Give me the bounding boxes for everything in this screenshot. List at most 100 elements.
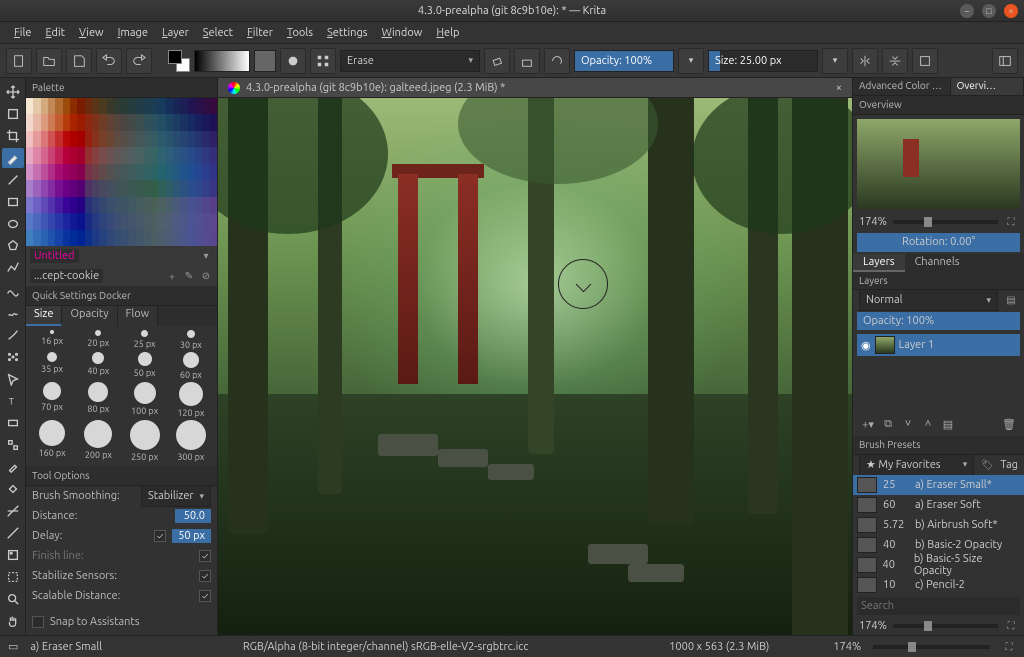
- palette-swatch[interactable]: [55, 131, 62, 147]
- palette-swatch[interactable]: [70, 213, 77, 229]
- palette-swatch[interactable]: [70, 197, 77, 213]
- palette-swatch[interactable]: [77, 114, 84, 130]
- layer-item[interactable]: ◉ Layer 1: [857, 334, 1020, 356]
- palette-swatch[interactable]: [158, 197, 165, 213]
- layer-properties-icon[interactable]: ▤: [939, 416, 957, 432]
- pattern-selector[interactable]: [254, 50, 276, 72]
- palette-swatch[interactable]: [195, 164, 202, 180]
- brush-size-preset[interactable]: 40 px: [76, 352, 120, 380]
- palette-swatch[interactable]: [114, 180, 121, 196]
- add-layer-icon[interactable]: +▾: [859, 416, 877, 432]
- brush-size-preset[interactable]: 60 px: [169, 352, 213, 380]
- palette-swatch[interactable]: [107, 114, 114, 130]
- blend-mode-combo[interactable]: Erase: [340, 50, 480, 72]
- stabilize-checkbox[interactable]: [199, 570, 211, 582]
- overview-zoom-slider[interactable]: [893, 220, 998, 224]
- palette-swatch[interactable]: [180, 180, 187, 196]
- edit-shapes-tool[interactable]: [2, 369, 24, 389]
- palette-swatch[interactable]: [188, 98, 195, 114]
- palette-menu-icon[interactable]: ▾: [199, 249, 213, 263]
- quick-tab-opacity[interactable]: Opacity: [62, 306, 117, 326]
- palette-swatch[interactable]: [41, 131, 48, 147]
- palette-swatch[interactable]: [144, 213, 151, 229]
- palette-swatch[interactable]: [136, 164, 143, 180]
- palette-swatch[interactable]: [151, 147, 158, 163]
- palette-swatch[interactable]: [136, 230, 143, 246]
- palette-swatch[interactable]: [77, 180, 84, 196]
- palette-swatch[interactable]: [129, 147, 136, 163]
- palette-swatch[interactable]: [70, 98, 77, 114]
- blend-mode-layer-combo[interactable]: Normal: [859, 289, 998, 311]
- palette-swatch[interactable]: [41, 147, 48, 163]
- palette-swatch[interactable]: [188, 131, 195, 147]
- alpha-lock-toggle[interactable]: [514, 48, 540, 74]
- palette-swatch[interactable]: [41, 230, 48, 246]
- reload-brush-button[interactable]: [544, 48, 570, 74]
- open-file-button[interactable]: [36, 48, 62, 74]
- palette-swatch[interactable]: [210, 98, 217, 114]
- palette-swatch[interactable]: [129, 114, 136, 130]
- tab-layers[interactable]: Layers: [853, 254, 905, 272]
- palette-swatch[interactable]: [195, 197, 202, 213]
- palette-swatch[interactable]: [70, 164, 77, 180]
- smoothing-combo[interactable]: Stabilizer: [141, 485, 211, 507]
- palette-swatch[interactable]: [136, 131, 143, 147]
- brush-preset-item[interactable]: 40b) Basic-5 Size Opacity: [853, 555, 1024, 575]
- palette-swatch[interactable]: [195, 180, 202, 196]
- palette-swatch[interactable]: [166, 131, 173, 147]
- menu-help[interactable]: Help: [430, 25, 465, 41]
- palette-swatch[interactable]: [173, 180, 180, 196]
- palette-swatch[interactable]: [114, 213, 121, 229]
- polygon-tool[interactable]: [2, 236, 24, 256]
- scalable-checkbox[interactable]: [199, 590, 211, 602]
- palette-swatch[interactable]: [77, 164, 84, 180]
- eraser-toggle[interactable]: [484, 48, 510, 74]
- snap-checkbox[interactable]: [32, 616, 44, 628]
- palette-swatch[interactable]: [55, 98, 62, 114]
- palette-swatch[interactable]: [63, 213, 70, 229]
- move-up-icon[interactable]: ˄: [919, 416, 937, 432]
- palette-swatch[interactable]: [136, 180, 143, 196]
- canvas[interactable]: [218, 98, 852, 635]
- palette-swatch[interactable]: [188, 164, 195, 180]
- palette-swatch[interactable]: [166, 180, 173, 196]
- palette-swatch[interactable]: [144, 164, 151, 180]
- palette-swatch[interactable]: [33, 164, 40, 180]
- palette-swatch[interactable]: [85, 98, 92, 114]
- palette-swatch[interactable]: [114, 114, 121, 130]
- palette-swatch[interactable]: [63, 197, 70, 213]
- palette-swatch[interactable]: [195, 131, 202, 147]
- rect-select-tool[interactable]: [2, 567, 24, 587]
- palette-swatch[interactable]: [180, 230, 187, 246]
- palette-swatch[interactable]: [63, 164, 70, 180]
- undo-button[interactable]: [96, 48, 122, 74]
- menu-filter[interactable]: Filter: [241, 25, 279, 41]
- window-maximize-button[interactable]: □: [982, 4, 996, 18]
- measure-tool[interactable]: [2, 523, 24, 543]
- palette-swatch[interactable]: [144, 131, 151, 147]
- palette-swatch[interactable]: [114, 230, 121, 246]
- menu-edit[interactable]: Edit: [39, 25, 71, 41]
- palette-swatch[interactable]: [33, 98, 40, 114]
- palette-swatch[interactable]: [70, 131, 77, 147]
- palette-swatch[interactable]: [180, 164, 187, 180]
- palette-swatch[interactable]: [202, 213, 209, 229]
- palette-swatch[interactable]: [99, 213, 106, 229]
- palette-swatch[interactable]: [210, 131, 217, 147]
- palette-swatch[interactable]: [202, 114, 209, 130]
- mirror-v-button[interactable]: [882, 48, 908, 74]
- tab-channels[interactable]: Channels: [905, 254, 970, 272]
- palette-swatch[interactable]: [85, 213, 92, 229]
- palette-swatch[interactable]: [77, 147, 84, 163]
- palette-swatch[interactable]: [99, 131, 106, 147]
- palette-swatch[interactable]: [85, 147, 92, 163]
- quick-tab-flow[interactable]: Flow: [118, 306, 159, 326]
- text-tool[interactable]: T: [2, 391, 24, 411]
- palette-swatch[interactable]: [158, 230, 165, 246]
- palette-swatch[interactable]: [166, 230, 173, 246]
- brush-size-slider[interactable]: Size: 25.00 px: [708, 50, 818, 72]
- palette-swatch[interactable]: [107, 131, 114, 147]
- palette-swatch[interactable]: [180, 197, 187, 213]
- palette-swatch[interactable]: [26, 213, 33, 229]
- palette-swatch[interactable]: [48, 98, 55, 114]
